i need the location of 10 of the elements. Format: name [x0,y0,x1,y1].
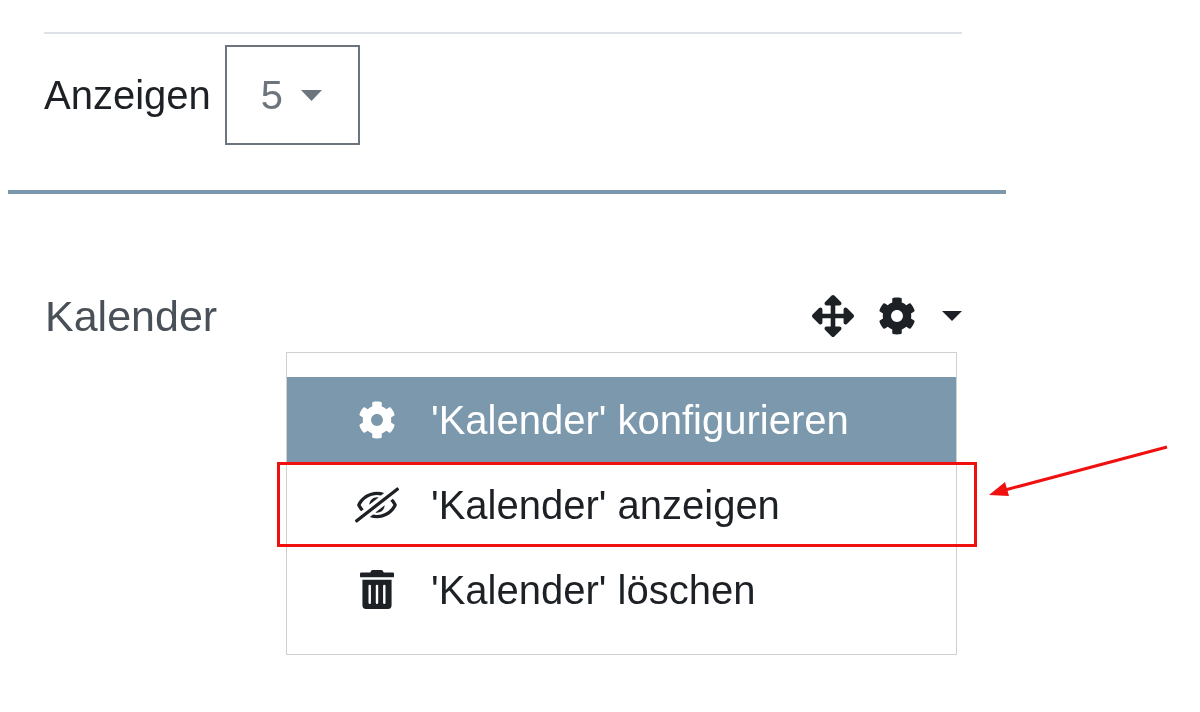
eye-slash-icon [355,486,399,523]
move-icon[interactable] [812,295,854,337]
caret-icon [301,89,323,101]
trash-icon [360,570,394,609]
page-size-label: Anzeigen [44,72,211,119]
settings-icon [878,297,916,335]
gear-icon [358,400,396,439]
caret-icon [942,311,962,321]
block-title: Kalender [45,291,218,342]
page-size-select[interactable]: 5 [224,45,360,145]
